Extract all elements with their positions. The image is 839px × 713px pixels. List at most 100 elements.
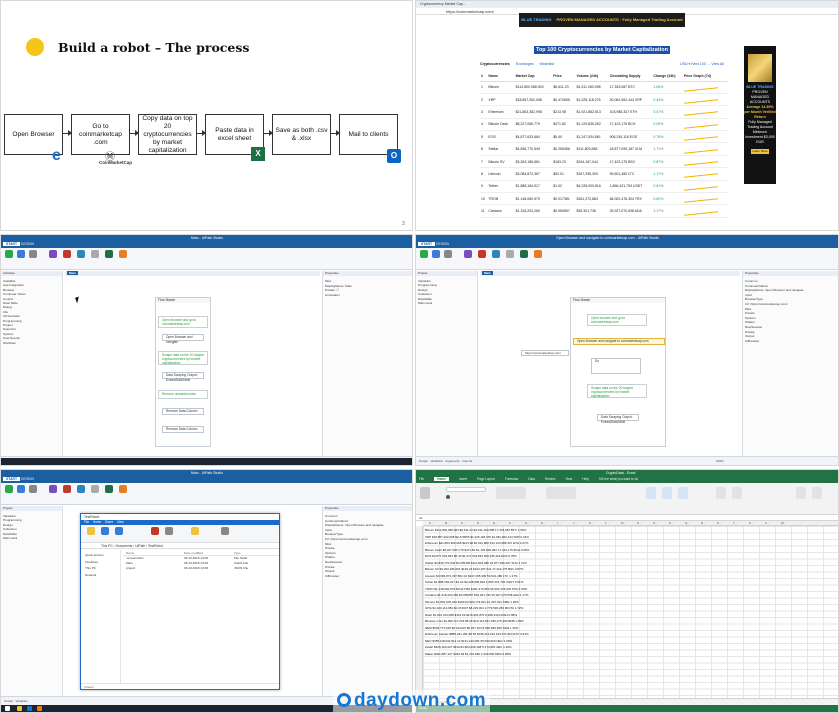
cell-price[interactable]: $471.82 [552,118,576,132]
cell-name[interactable]: EOS [487,130,515,144]
tab-start[interactable]: START [3,242,21,246]
ribbon-tab[interactable]: Review [545,477,555,481]
table-row[interactable]: 8 Litecoin $3,084,872,367 $52.01 $347,295,30… [480,167,728,181]
designer-canvas[interactable]: Main Flow Master Open browser and go to … [480,271,740,456]
ribbon-tab[interactable]: File [419,477,424,481]
comment-activity[interactable]: Scrape data on the 20 largest cryptocurr… [587,384,647,398]
tree-item[interactable]: Computer Vision [3,292,26,296]
cell-name[interactable]: Stellar [487,142,515,156]
open-browser-activity[interactable]: Open Browser and navigate [162,334,204,344]
property-row[interactable]: UiBrowser [325,574,411,579]
do-sequence[interactable]: Do [591,358,641,374]
activities-panel-title[interactable]: Activities [1,271,62,276]
alignment-group[interactable] [496,487,526,499]
column-header[interactable]: P [669,521,671,525]
table-row[interactable]: 10 TRON $1,148,060,579 $0.017381 $181,372,86… [480,192,728,206]
tab-file[interactable]: File [84,520,89,524]
user-events-icon[interactable] [506,250,514,258]
recording-icon[interactable] [49,485,57,493]
bold-icon[interactable] [446,495,450,499]
column-header[interactable]: E [493,521,495,525]
cell-price[interactable]: $52.01 [552,167,576,181]
tree-item[interactable]: Main.xaml [418,301,437,305]
cell-name[interactable]: Bitcoin Cash [487,118,515,132]
tab-share[interactable]: Share [105,520,114,524]
recording-icon[interactable] [464,250,472,258]
comment-activity[interactable]: Remove unwanted data [158,390,208,399]
start-icon[interactable] [5,706,10,711]
table-row[interactable]: 3 Ethereum $21,863,382,998 $213.98 $1,921,88… [480,105,728,119]
screen-scraping-icon[interactable] [63,250,71,258]
excel-activity-icon[interactable] [520,250,528,258]
paste-icon[interactable] [115,527,123,535]
column-header[interactable]: M [621,521,624,525]
data-scraping-icon[interactable] [492,250,500,258]
remove-data-column-activity[interactable]: Remove Data Column [162,408,204,415]
cell-price[interactable]: $5.40 [552,130,576,144]
format-as-table-icon[interactable] [662,487,672,499]
designer-canvas[interactable]: Main Flow Master Open browser and go to … [65,271,320,456]
run-icon[interactable] [5,250,13,258]
zoom-level[interactable]: 100% [716,457,724,465]
cell-price[interactable]: $163.23 [552,155,576,169]
cell-price[interactable]: $0.017381 [552,192,576,206]
table-row[interactable]: 7 Bitcoin SV $3,263,186,661 $163.23 $244,187… [480,155,728,169]
copy-icon[interactable] [101,527,109,535]
table-row[interactable]: 5 EOS $4,877,633,684 $5.40 $1,247,534,861 906… [480,130,728,144]
column-header[interactable]: G [525,521,527,525]
tab-output[interactable]: Output [419,459,428,463]
side-ad-cta-button[interactable]: Learn More [751,149,769,154]
tab-variables[interactable]: Variables [431,459,443,463]
cell-price[interactable]: $1.02 [552,180,576,194]
run-icon[interactable] [420,250,428,258]
tab-start[interactable]: START [3,477,21,481]
table-row[interactable]: 1 Bitcoin $114,800,068,903 $6,611.23 $4,311,… [480,81,728,94]
browser-tab[interactable]: Cryptocurrency Market Cap... [420,2,466,6]
column-header[interactable]: F [509,521,511,525]
recording-icon[interactable] [49,250,57,258]
comment-activity[interactable]: Open browser and go to coinmarketcap.com [587,314,647,326]
ribbon-tab[interactable]: View [565,477,572,481]
cell-price[interactable]: $0.470655 [552,93,576,107]
column-header[interactable]: I [557,521,558,525]
banner-ad[interactable]: BLUE TRADING PROVEN MANAGED ACCOUNTS · Fu… [519,13,685,27]
new-icon[interactable] [432,250,440,258]
column-header[interactable]: L [605,521,607,525]
column-header[interactable]: T [733,521,735,525]
cell-styles-icon[interactable] [678,487,688,499]
column-header[interactable]: V [765,521,767,525]
cell-name[interactable]: Cardano [487,204,515,218]
data-scraping-icon[interactable] [77,485,85,493]
new-icon[interactable] [17,250,25,258]
sequence-container[interactable]: Flow Master Open browser and go to coinm… [155,297,211,447]
explorer-taskbar-icon[interactable] [17,706,22,711]
cell-name[interactable]: Ethereum [487,105,515,119]
column-header[interactable]: U [749,521,751,525]
screen-scraping-icon[interactable] [478,250,486,258]
property-row[interactable]: UiBrowser [745,339,831,344]
column-header[interactable]: A [429,521,431,525]
remove-data-column-activity[interactable]: Remove Data Column [162,426,204,433]
project-panel-title[interactable]: Project [1,506,62,511]
new-folder-icon[interactable] [191,527,199,535]
comment-activity[interactable]: Scrape data on the 20 largest cryptocurr… [158,351,208,365]
tab-imports[interactable]: Imports [462,459,472,463]
delete-icon[interactable] [151,527,159,535]
col-price[interactable]: Price [552,72,576,82]
find-select-icon[interactable] [812,487,822,499]
tab-output[interactable]: Output [4,699,13,703]
col-name[interactable]: Name [487,72,515,82]
tab-main[interactable]: Main [482,271,493,275]
properties-icon[interactable] [221,527,229,535]
user-events-icon[interactable] [91,250,99,258]
rename-icon[interactable] [165,527,173,535]
column-header[interactable]: S [717,521,719,525]
project-panel-title[interactable]: Project [416,271,477,276]
user-events-icon[interactable] [91,485,99,493]
cell-name[interactable]: Tether [487,180,515,194]
file-explorer-window[interactable]: TestRobot File Home Share View This PC ›… [80,513,280,690]
new-icon[interactable] [17,485,25,493]
tab-variables[interactable]: Variables [16,699,28,703]
tab-design[interactable]: DESIGN [436,242,449,246]
font-select[interactable] [446,487,486,492]
